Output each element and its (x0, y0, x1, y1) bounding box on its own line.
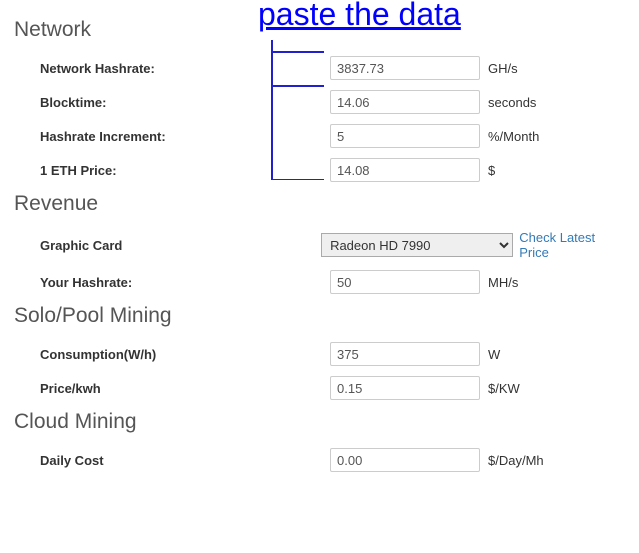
dailycost-row: Daily Cost $/Day/Mh (14, 448, 625, 472)
network-hashrate-input[interactable] (330, 56, 480, 80)
pricekwh-row: Price/kwh $/KW (14, 376, 625, 400)
solopool-title: Solo/Pool Mining (14, 304, 625, 328)
hashrate-increment-label: Hashrate Increment: (40, 129, 330, 144)
hashrate-increment-unit: %/Month (488, 129, 539, 144)
eth-price-label: 1 ETH Price: (40, 163, 330, 178)
network-hashrate-unit: GH/s (488, 61, 518, 76)
blocktime-input[interactable] (330, 90, 480, 114)
pricekwh-unit: $/KW (488, 381, 520, 396)
hashrate-increment-input[interactable] (330, 124, 480, 148)
your-hashrate-label: Your Hashrate: (40, 275, 330, 290)
dailycost-unit: $/Day/Mh (488, 453, 544, 468)
revenue-title: Revenue (14, 192, 625, 216)
dailycost-input[interactable] (330, 448, 480, 472)
pricekwh-label: Price/kwh (40, 381, 330, 396)
cloud-title: Cloud Mining (14, 410, 625, 434)
your-hashrate-unit: MH/s (488, 275, 518, 290)
blocktime-row: Blocktime: seconds (14, 90, 625, 114)
consumption-unit: W (488, 347, 500, 362)
network-title: Network (14, 18, 625, 42)
revenue-section: Revenue Graphic Card Radeon HD 7990 Chec… (14, 192, 625, 294)
hashrate-increment-row: Hashrate Increment: %/Month (14, 124, 625, 148)
cloud-section: Cloud Mining Daily Cost $/Day/Mh (14, 410, 625, 472)
blocktime-unit: seconds (488, 95, 536, 110)
your-hashrate-input[interactable] (330, 270, 480, 294)
network-section: Network Network Hashrate: GH/s Blocktime… (14, 18, 625, 182)
graphic-card-select[interactable]: Radeon HD 7990 (321, 233, 513, 257)
solopool-section: Solo/Pool Mining Consumption(W/h) W Pric… (14, 304, 625, 400)
dailycost-label: Daily Cost (40, 453, 330, 468)
blocktime-label: Blocktime: (40, 95, 330, 110)
network-hashrate-label: Network Hashrate: (40, 61, 330, 76)
your-hashrate-row: Your Hashrate: MH/s (14, 270, 625, 294)
graphic-card-label: Graphic Card (40, 238, 321, 253)
consumption-input[interactable] (330, 342, 480, 366)
eth-price-row: 1 ETH Price: $ (14, 158, 625, 182)
graphic-card-row: Graphic Card Radeon HD 7990 Check Latest… (14, 230, 625, 260)
network-hashrate-row: Network Hashrate: GH/s (14, 56, 625, 80)
check-price-link[interactable]: Check Latest Price (519, 230, 625, 260)
consumption-row: Consumption(W/h) W (14, 342, 625, 366)
eth-price-unit: $ (488, 163, 495, 178)
consumption-label: Consumption(W/h) (40, 347, 330, 362)
eth-price-input[interactable] (330, 158, 480, 182)
pricekwh-input[interactable] (330, 376, 480, 400)
